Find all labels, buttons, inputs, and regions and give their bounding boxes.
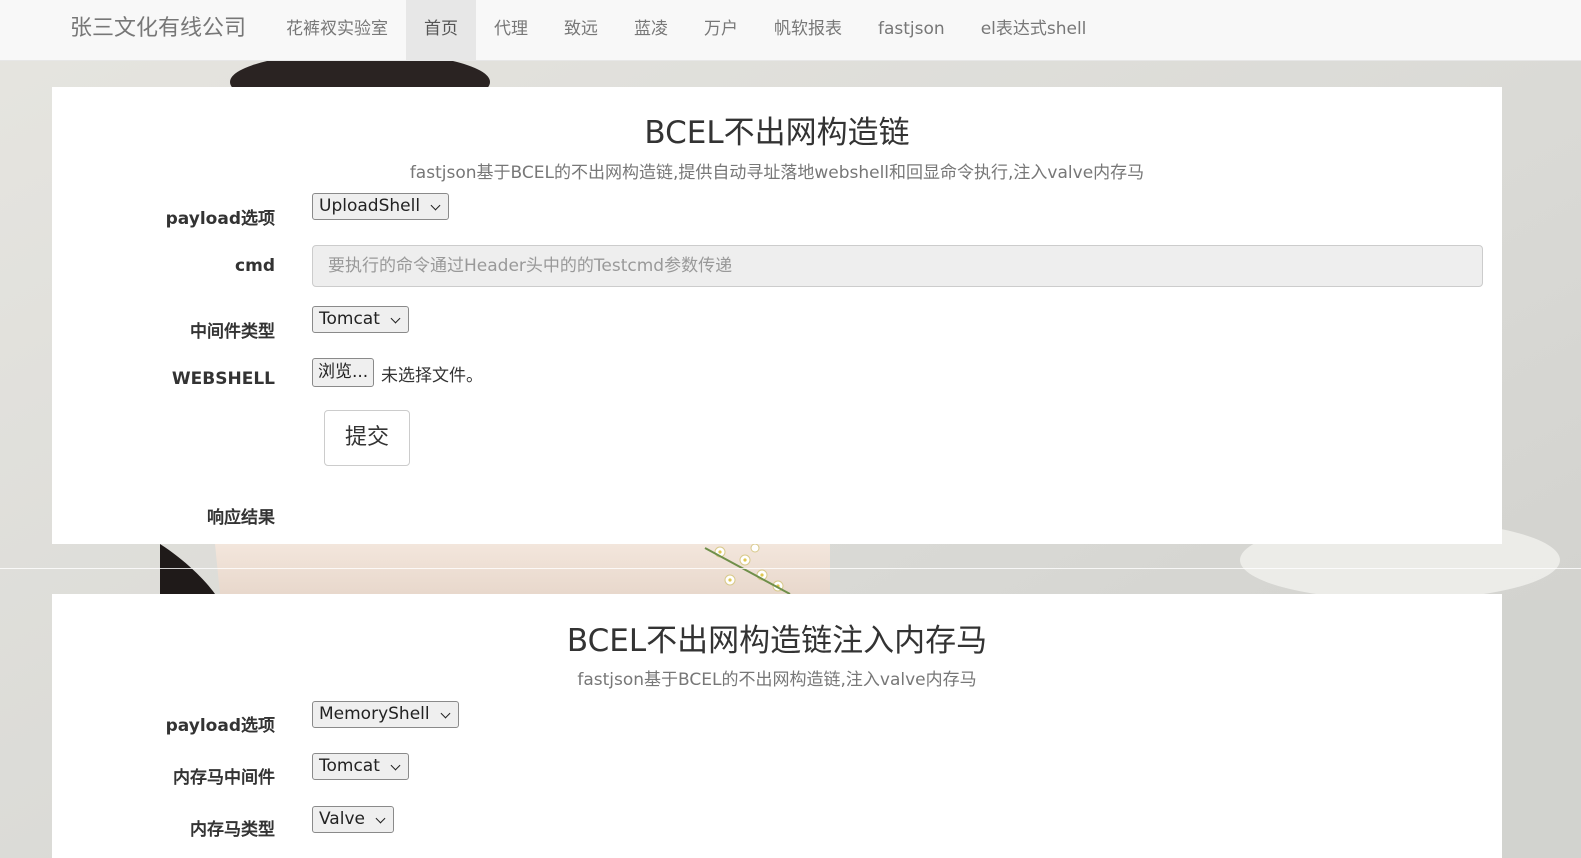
memshell-type-label: 内存马类型 — [190, 820, 275, 840]
panel-subtitle: fastjson基于BCEL的不出网构造链,提供自动寻址落地webshell和回… — [409, 163, 1145, 183]
top-navbar: 张三文化有线公司 花裤衩实验室 首页 代理 致远 蓝凌 万户 帆软报表 fast… — [0, 0, 1581, 61]
nav-item-lab[interactable]: 花裤衩实验室 — [268, 0, 406, 60]
memshell-middleware-select[interactable]: Tomcat — [312, 753, 409, 780]
panel-subtitle: fastjson基于BCEL的不出网构造链,注入valve内存马 — [577, 670, 977, 690]
cmd-input-placeholder: 要执行的命令通过Header头中的的Testcmd参数传递 — [328, 256, 733, 276]
submit-button[interactable]: 提交 — [324, 410, 410, 466]
nav-item-home[interactable]: 首页 — [406, 0, 476, 60]
payload-label: payload选项 — [165, 716, 275, 736]
nav-item-proxy[interactable]: 代理 — [476, 0, 546, 60]
memshell-type-value: Valve — [319, 809, 365, 829]
chevron-down-icon — [390, 313, 401, 324]
nav-menu: 花裤衩实验室 首页 代理 致远 蓝凌 万户 帆软报表 fastjson el表达… — [268, 0, 1104, 60]
cmd-label: cmd — [235, 256, 275, 276]
middleware-select[interactable]: Tomcat — [312, 306, 409, 333]
nav-item-fanruan[interactable]: 帆软报表 — [756, 0, 860, 60]
memshell-type-select[interactable]: Valve — [312, 806, 394, 833]
webshell-label: WEBSHELL — [171, 369, 275, 389]
brand-logo-text[interactable]: 张三文化有线公司 — [70, 0, 246, 60]
nav-item-fastjson[interactable]: fastjson — [860, 0, 963, 60]
chevron-down-icon — [390, 760, 401, 771]
payload-select[interactable]: MemoryShell — [312, 701, 459, 728]
payload-select[interactable]: UploadShell — [312, 193, 450, 220]
panel-title: BCEL不出网构造链注入内存马 — [566, 623, 988, 659]
bcel-upload-panel: BCEL不出网构造链 fastjson基于BCEL的不出网构造链,提供自动寻址落… — [52, 87, 1502, 544]
memshell-middleware-value: Tomcat — [319, 756, 380, 776]
payload-select-value: UploadShell — [319, 196, 421, 216]
middleware-label: 中间件类型 — [190, 322, 275, 342]
file-status-text: 未选择文件。 — [381, 366, 483, 386]
memshell-middleware-label: 内存马中间件 — [173, 768, 275, 788]
divider — [0, 568, 1581, 569]
middleware-select-value: Tomcat — [319, 309, 380, 329]
browse-file-button[interactable]: 浏览... — [312, 358, 375, 387]
chevron-down-icon — [440, 708, 451, 719]
payload-select-value: MemoryShell — [319, 704, 430, 724]
nav-item-lanling[interactable]: 蓝凌 — [616, 0, 686, 60]
cmd-input[interactable]: 要执行的命令通过Header头中的的Testcmd参数传递 — [312, 245, 1483, 287]
bcel-memshell-panel: BCEL不出网构造链注入内存马 fastjson基于BCEL的不出网构造链,注入… — [52, 594, 1502, 858]
result-label: 响应结果 — [207, 508, 275, 528]
nav-item-wanhu[interactable]: 万户 — [686, 0, 756, 60]
panel-title: BCEL不出网构造链 — [644, 115, 910, 151]
payload-label: payload选项 — [165, 209, 275, 229]
chevron-down-icon — [430, 200, 441, 211]
nav-item-zhiyuan[interactable]: 致远 — [546, 0, 616, 60]
nav-item-el-shell[interactable]: el表达式shell — [963, 0, 1105, 60]
chevron-down-icon — [375, 813, 386, 824]
